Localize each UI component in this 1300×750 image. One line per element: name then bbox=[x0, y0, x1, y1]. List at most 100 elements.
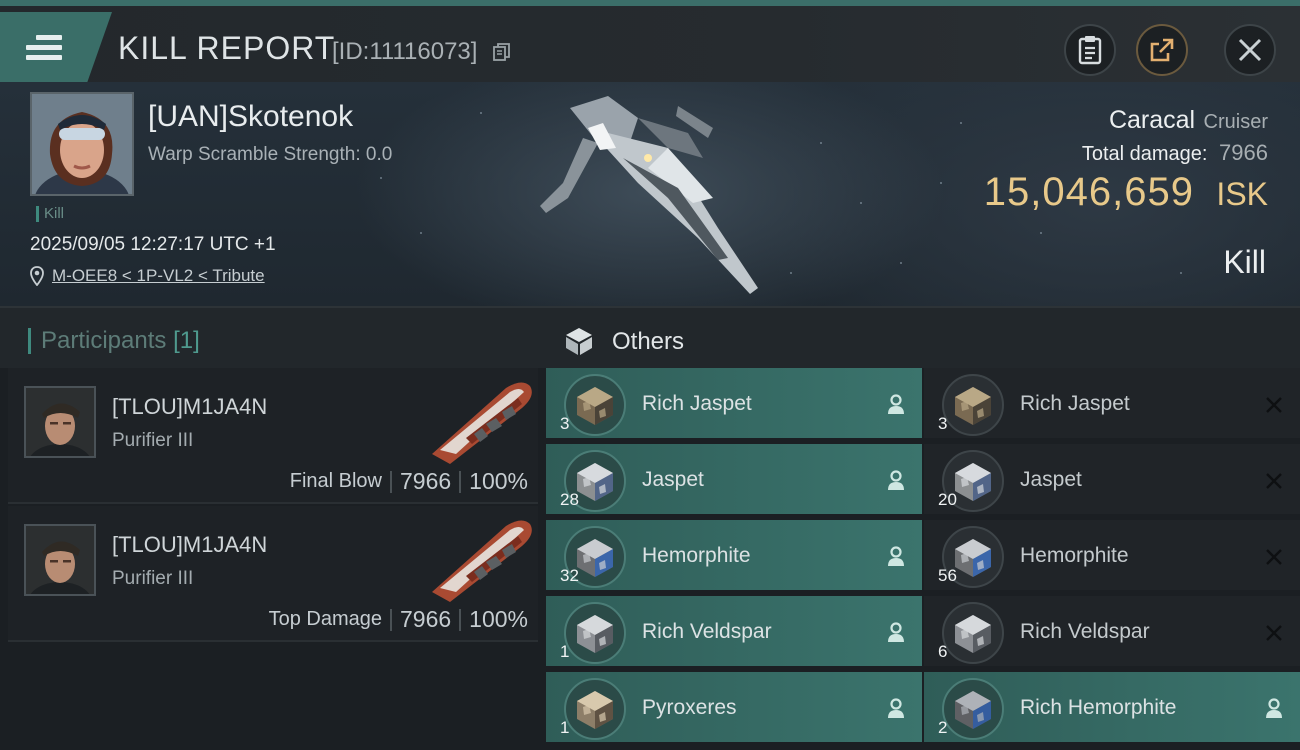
victim-avatar[interactable] bbox=[30, 92, 134, 196]
loot-item[interactable]: 6 Rich Veldspar bbox=[924, 596, 1300, 669]
participants-header: Participants [1] bbox=[0, 306, 540, 368]
loot-name: Rich Veldspar bbox=[642, 620, 772, 643]
others-title: Others bbox=[612, 328, 685, 355]
loot-item[interactable]: 28 Jaspet bbox=[546, 444, 922, 517]
ore-icon bbox=[942, 602, 1004, 664]
participant-stats: Final Blow 7966 100% bbox=[290, 468, 528, 495]
loot-item[interactable]: 1 Pyroxeres bbox=[546, 672, 922, 745]
total-damage: Total damage: 7966 bbox=[1082, 140, 1268, 166]
loot-quantity: 6 bbox=[938, 642, 948, 661]
ship-class: Cruiser bbox=[1203, 111, 1268, 133]
isk-unit: ISK bbox=[1216, 176, 1268, 212]
destroyed-x-icon bbox=[1266, 397, 1282, 413]
participant-ship: Purifier III bbox=[112, 568, 194, 589]
cube-icon bbox=[566, 328, 592, 355]
clipboard-icon bbox=[1078, 36, 1102, 65]
loot-quantity: 1 bbox=[560, 718, 570, 737]
loot-quantity: 28 bbox=[560, 490, 579, 509]
participant-row[interactable]: [TLOU]M1JA4N Purifier III Top Damage 796… bbox=[8, 506, 538, 642]
participant-role: Final Blow bbox=[289, 470, 382, 492]
close-icon bbox=[1238, 38, 1262, 62]
kill-outcome: Kill bbox=[1223, 244, 1266, 280]
others-header: Others bbox=[540, 306, 1300, 368]
participant-name[interactable]: [TLOU]M1JA4N bbox=[112, 394, 267, 420]
loot-item[interactable]: 32 Hemorphite bbox=[546, 520, 922, 593]
page-title: KILL REPORT bbox=[118, 30, 336, 66]
participant-ship-image bbox=[432, 520, 532, 602]
dropped-person-icon bbox=[1266, 698, 1282, 718]
victim-name[interactable]: [UAN]Skotenok bbox=[148, 100, 353, 134]
ore-icon bbox=[942, 374, 1004, 436]
close-button[interactable] bbox=[1224, 24, 1276, 76]
loot-name: Pyroxeres bbox=[642, 696, 737, 719]
kill-location[interactable]: M-OEE8 < 1P-VL2 < Tribute bbox=[30, 266, 265, 286]
loot-quantity: 2 bbox=[938, 718, 948, 737]
share-button[interactable] bbox=[1136, 24, 1188, 76]
report-id: [ID:11116073] bbox=[332, 38, 478, 65]
warp-scramble-strength: Warp Scramble Strength: 0.0 bbox=[148, 144, 393, 165]
victim-ship[interactable]: Caracal Cruiser bbox=[1109, 106, 1268, 135]
loot-quantity: 56 bbox=[938, 566, 957, 585]
loot-name: Jaspet bbox=[1020, 468, 1082, 491]
loot-quantity: 20 bbox=[938, 490, 957, 509]
menu-icon bbox=[26, 30, 62, 65]
top-bar: KILL REPORT [ID:11116073] bbox=[0, 0, 1300, 82]
dropped-person-icon bbox=[888, 622, 904, 642]
total-damage-value: 7966 bbox=[1219, 140, 1268, 165]
copy-icon[interactable] bbox=[492, 42, 512, 62]
loot-quantity: 3 bbox=[560, 414, 570, 433]
loot-name: Hemorphite bbox=[642, 544, 751, 567]
loot-name: Hemorphite bbox=[1020, 544, 1129, 567]
loot-item[interactable]: 2 Rich Hemorphite bbox=[924, 672, 1300, 745]
participant-stats: Top Damage 7966 100% bbox=[269, 606, 528, 633]
dropped-person-icon bbox=[888, 470, 904, 490]
isk-value: 15,046,659 ISK bbox=[984, 170, 1268, 215]
ore-icon bbox=[564, 678, 626, 740]
loot-name: Rich Veldspar bbox=[1020, 620, 1150, 643]
share-icon bbox=[1150, 38, 1174, 62]
victim-banner: [UAN]Skotenok Warp Scramble Strength: 0.… bbox=[0, 82, 1300, 306]
participants-title[interactable]: Participants [1] bbox=[28, 328, 200, 354]
participants-panel: Participants [1] [TLOU]M1JA4N Purifier I… bbox=[0, 306, 540, 750]
location-pin-icon bbox=[30, 266, 44, 286]
stat-divider bbox=[459, 470, 462, 493]
menu-button[interactable] bbox=[0, 12, 112, 82]
destroyed-x-icon bbox=[1266, 473, 1282, 489]
participant-ship-image bbox=[432, 382, 532, 464]
loot-name: Rich Jaspet bbox=[642, 392, 752, 415]
stat-divider bbox=[390, 470, 392, 493]
kill-datetime: 2025/09/05 12:27:17 UTC +1 bbox=[30, 234, 276, 255]
loot-item[interactable]: 3 Rich Jaspet bbox=[924, 368, 1300, 441]
ore-icon bbox=[942, 678, 1004, 740]
clipboard-button[interactable] bbox=[1064, 24, 1116, 76]
isk-amount: 15,046,659 bbox=[983, 170, 1194, 214]
loot-quantity: 1 bbox=[560, 642, 570, 661]
participant-role: Top Damage bbox=[268, 608, 382, 630]
kill-tag: Kill bbox=[36, 206, 64, 222]
loot-name: Rich Hemorphite bbox=[1020, 696, 1177, 719]
ore-icon bbox=[564, 602, 626, 664]
loot-item[interactable]: 3 Rich Jaspet bbox=[546, 368, 922, 441]
participant-avatar bbox=[24, 386, 96, 458]
ore-icon bbox=[564, 374, 626, 436]
participant-damage: 7966 bbox=[400, 468, 452, 494]
participants-count: [1] bbox=[173, 327, 200, 354]
participant-avatar bbox=[24, 524, 96, 596]
participant-name[interactable]: [TLOU]M1JA4N bbox=[112, 532, 267, 558]
location-link[interactable]: M-OEE8 < 1P-VL2 < Tribute bbox=[52, 266, 265, 286]
destroyed-x-icon bbox=[1266, 625, 1282, 641]
participant-damage-percent: 100% bbox=[469, 606, 528, 632]
participants-label: Participants bbox=[41, 327, 167, 354]
loot-item[interactable]: 1 Rich Veldspar bbox=[546, 596, 922, 669]
stat-divider bbox=[390, 608, 392, 631]
participant-damage-percent: 100% bbox=[469, 468, 528, 494]
participant-row[interactable]: [TLOU]M1JA4N Purifier III Final Blow 796… bbox=[8, 368, 538, 504]
loot-item[interactable]: 56 Hemorphite bbox=[924, 520, 1300, 593]
loot-quantity: 32 bbox=[560, 566, 579, 585]
dropped-person-icon bbox=[888, 546, 904, 566]
stat-divider bbox=[459, 608, 462, 631]
victim-ship-image bbox=[540, 96, 758, 294]
loot-item[interactable]: 20 Jaspet bbox=[924, 444, 1300, 517]
loot-quantity: 3 bbox=[938, 414, 948, 433]
dropped-person-icon bbox=[888, 394, 904, 414]
